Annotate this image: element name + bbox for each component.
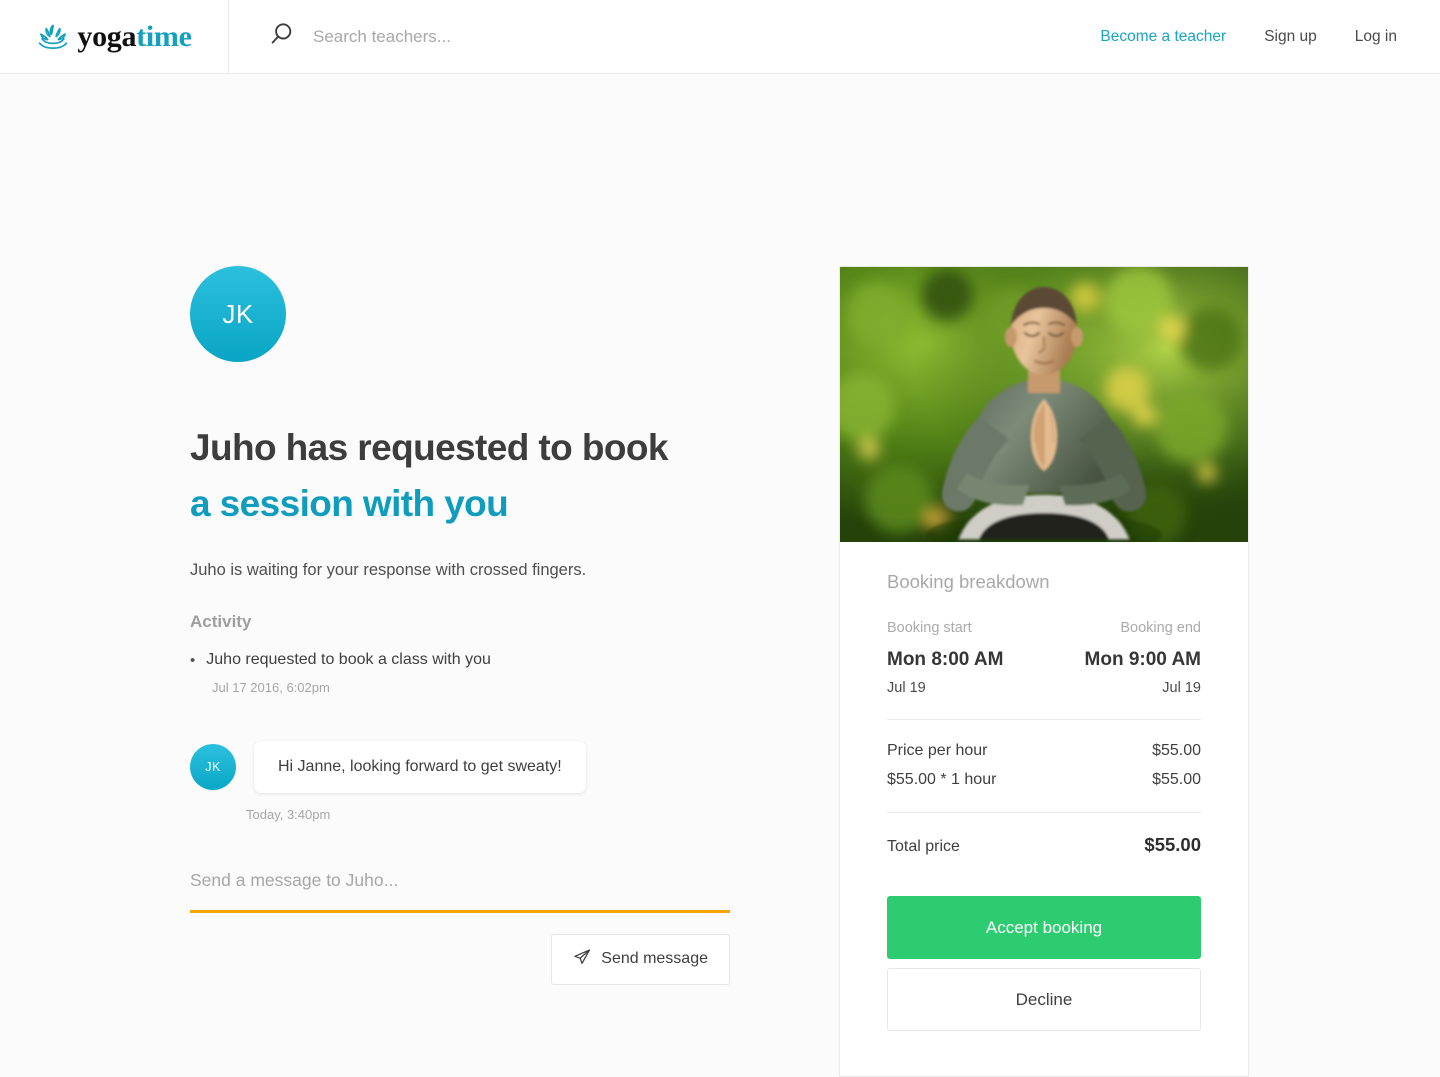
page-title-line2: a session with you xyxy=(190,483,509,525)
message-time: Today, 3:40pm xyxy=(246,806,331,822)
price-row: $55.00 * 1 hour $55.00 xyxy=(887,771,1201,789)
nav-log-in[interactable]: Log in xyxy=(1355,28,1397,46)
send-message-label: Send message xyxy=(601,950,708,968)
search-area xyxy=(229,0,1100,73)
message-avatar: JK xyxy=(190,743,236,790)
request-column: JK Juho has requested to book a session … xyxy=(190,266,790,985)
booking-breakdown: Booking breakdown Booking start Mon 8:00… xyxy=(840,542,1248,1076)
booking-breakdown-title: Booking breakdown xyxy=(887,571,1050,592)
booking-card: Booking breakdown Booking start Mon 8:00… xyxy=(839,266,1249,1077)
price-row-value: $55.00 xyxy=(1152,771,1201,788)
activity-item-text: Juho requested to book a class with you xyxy=(206,651,491,669)
nav-become-a-teacher[interactable]: Become a teacher xyxy=(1100,28,1226,46)
bullet-icon: • xyxy=(190,652,196,670)
total-price-row: Total price $55.00 xyxy=(887,834,1201,856)
message-avatar-initials: JK xyxy=(205,759,221,774)
booking-end-time: Mon 9:00 AM xyxy=(1084,649,1201,670)
price-row-label: Price per hour xyxy=(887,742,988,759)
price-row: Price per hour $55.00 xyxy=(887,742,1201,760)
divider xyxy=(887,719,1201,720)
avatar-initials: JK xyxy=(222,298,254,329)
paper-plane-icon xyxy=(573,948,591,971)
logo[interactable]: yogatime xyxy=(0,0,229,73)
message-text: Hi Janne, looking forward to get sweaty! xyxy=(278,757,562,775)
lotus-icon xyxy=(36,22,70,52)
booking-end-date: Jul 19 xyxy=(1162,680,1201,696)
search-input[interactable] xyxy=(313,26,833,47)
page-title: Juho has requested to book a session wit… xyxy=(190,420,790,532)
activity-item-time: Jul 17 2016, 6:02pm xyxy=(212,679,330,695)
list-item: • Juho requested to book a class with yo… xyxy=(190,651,790,695)
booking-column: Booking breakdown Booking start Mon 8:00… xyxy=(839,266,1249,1077)
message-row: JK Hi Janne, looking forward to get swea… xyxy=(190,740,790,793)
logo-text-accent: time xyxy=(136,19,192,53)
message-input[interactable] xyxy=(190,869,730,913)
header-nav: Become a teacher Sign up Log in xyxy=(1100,0,1440,73)
activity-list: • Juho requested to book a class with yo… xyxy=(190,651,790,695)
top-header: yogatime Become a teacher Sign up Log in xyxy=(0,0,1440,74)
booking-end-block: Booking end Mon 9:00 AM Jul 19 xyxy=(1044,620,1201,696)
composer-actions: Send message xyxy=(190,933,730,985)
booking-end-label: Booking end xyxy=(1120,620,1201,636)
price-row-value: $55.00 xyxy=(1152,742,1201,759)
divider xyxy=(887,812,1201,813)
search-icon[interactable] xyxy=(269,21,295,52)
page-title-line1: Juho has requested to book xyxy=(190,427,668,468)
activity-heading: Activity xyxy=(190,612,252,632)
booking-start-label: Booking start xyxy=(887,620,972,636)
subtitle: Juho is waiting for your response with c… xyxy=(190,561,587,580)
nav-sign-up[interactable]: Sign up xyxy=(1264,28,1317,46)
accept-booking-button[interactable]: Accept booking xyxy=(887,896,1201,959)
total-price-value: $55.00 xyxy=(1144,834,1201,855)
booking-start-block: Booking start Mon 8:00 AM Jul 19 xyxy=(887,620,1044,696)
send-message-button[interactable]: Send message xyxy=(551,933,730,985)
avatar: JK xyxy=(190,266,286,362)
price-row-label: $55.00 * 1 hour xyxy=(887,771,997,788)
booking-start-time: Mon 8:00 AM xyxy=(887,649,1004,670)
man-meditating-photo xyxy=(840,267,1248,542)
total-price-label: Total price xyxy=(887,838,960,855)
message-bubble: Hi Janne, looking forward to get sweaty! xyxy=(254,740,586,793)
decline-button[interactable]: Decline xyxy=(887,968,1201,1031)
logo-text-primary: yoga xyxy=(77,19,137,53)
booking-times: Booking start Mon 8:00 AM Jul 19 Booking… xyxy=(887,620,1201,696)
message-composer: Send message xyxy=(190,869,730,985)
booking-start-date: Jul 19 xyxy=(887,680,926,696)
